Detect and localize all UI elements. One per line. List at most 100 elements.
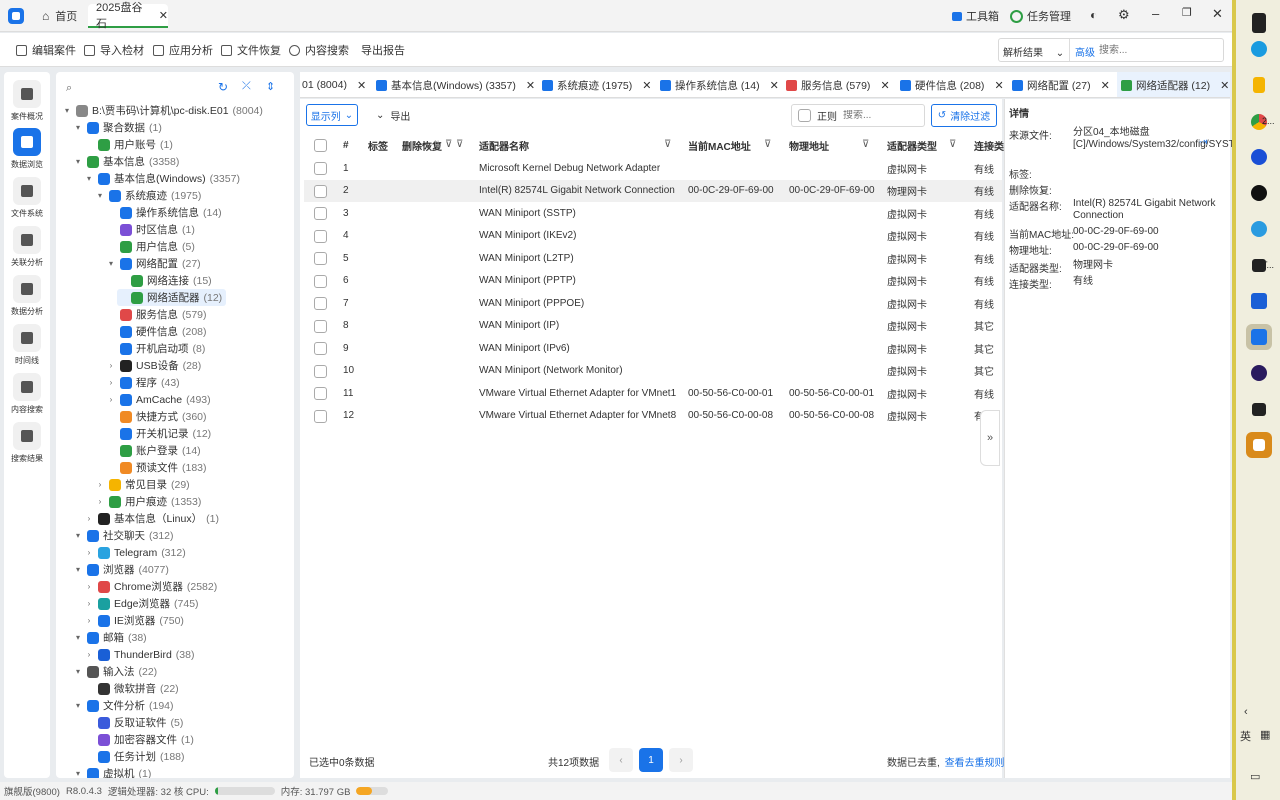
tree-node[interactable]: 预读文件 (183) — [106, 459, 207, 476]
column-header[interactable]: 当前MAC地址 — [688, 134, 751, 156]
table-row[interactable]: 8 WAN Miniport (IP) 虚拟网卡 其它 — [304, 315, 1002, 338]
home-tab[interactable]: ⌂ 首页 — [34, 5, 85, 27]
table-row[interactable]: 6 WAN Miniport (PPTP) 虚拟网卡 有线 — [304, 270, 1002, 293]
tree-node[interactable]: 开关机记录 (12) — [106, 425, 211, 442]
table-row[interactable]: 1 Microsoft Kernel Debug Network Adapter 虚… — [304, 157, 1002, 180]
column-header[interactable]: # — [343, 134, 349, 156]
view-tab[interactable]: 基本信息(Windows) (3357) ✕ — [372, 72, 539, 97]
row-checkbox[interactable] — [314, 229, 327, 243]
view-tab[interactable]: 服务信息 (579) ✕ — [782, 72, 894, 97]
theme-toggle-icon[interactable]: ◐ — [1090, 8, 1097, 22]
tree-node[interactable]: ▾ 社交聊天 (312) — [73, 527, 174, 544]
table-row[interactable]: 11 VMware Virtual Ethernet Adapter for VM… — [304, 382, 1002, 405]
tree-node[interactable]: 账户登录 (14) — [106, 442, 201, 459]
expand-caret-icon[interactable]: › — [84, 650, 94, 659]
view-tab[interactable]: 硬件信息 (208) ✕ — [896, 72, 1008, 97]
row-checkbox[interactable] — [314, 409, 327, 423]
tree-search-icon[interactable]: ⌕ — [66, 82, 72, 95]
tree-node[interactable]: › IE浏览器 (750) — [84, 612, 184, 629]
next-page-button[interactable]: › — [669, 748, 693, 772]
close-icon[interactable]: ✕ — [1220, 79, 1229, 92]
expand-caret-icon[interactable]: › — [84, 548, 94, 557]
tree-node[interactable]: 反取证软件 (5) — [84, 714, 183, 731]
import-evidence-button[interactable]: 导入检材 — [84, 42, 144, 58]
row-checkbox[interactable] — [314, 274, 327, 288]
rail-item-file-system[interactable]: 文件系统 — [4, 177, 50, 219]
taskbar-app-5[interactable] — [1246, 144, 1272, 170]
rail-item-data-analysis[interactable]: 数据分析 — [4, 275, 50, 317]
close-icon[interactable]: ✕ — [994, 79, 1003, 92]
view-tab[interactable]: 01 (8004) ✕ — [300, 72, 370, 97]
settings-gear-icon[interactable]: ⚙ — [1118, 7, 1130, 23]
notification-icon[interactable]: ▭ — [1250, 770, 1260, 783]
tree-node[interactable]: › 用户痕迹 (1353) — [95, 493, 201, 510]
row-checkbox[interactable] — [314, 184, 327, 198]
tree-node[interactable]: ▾ 邮箱 (38) — [73, 629, 147, 646]
tree-node[interactable]: 服务信息 (579) — [106, 306, 207, 323]
advanced-search-link[interactable]: 高级 — [1075, 44, 1095, 59]
filter-icon[interactable]: ⊽ — [445, 139, 452, 150]
dedup-rules-link[interactable]: 查看去重规则 — [945, 758, 1005, 769]
column-header[interactable]: 标签 — [368, 134, 388, 156]
tree-node[interactable]: 加密容器文件 (1) — [84, 731, 194, 748]
taskbar-edge[interactable] — [1246, 36, 1272, 62]
export-report-button[interactable]: 导出报告 — [361, 42, 405, 58]
sort-icon[interactable]: ⇅ — [433, 139, 441, 150]
collapse-all-icon[interactable]: ⤫ — [242, 80, 251, 93]
tree-node[interactable]: 快捷方式 (360) — [106, 408, 207, 425]
maximize-icon[interactable]: ❐ — [1182, 6, 1192, 19]
tree-node[interactable]: 任务计划 (188) — [84, 748, 185, 765]
taskbar-app-1[interactable] — [1246, 10, 1272, 36]
rail-item-data-browse[interactable]: 数据浏览 — [4, 128, 50, 170]
close-icon[interactable]: ✕ — [880, 79, 889, 92]
toolbox-button[interactable]: 工具箱 — [952, 8, 999, 24]
taskbar-app-13[interactable] — [1246, 432, 1272, 458]
row-checkbox[interactable] — [314, 387, 327, 400]
tree-node[interactable]: 硬件信息 (208) — [106, 323, 207, 340]
table-row[interactable]: 12 VMware Virtual Ethernet Adapter for VM… — [304, 405, 1002, 428]
tree-node[interactable]: 微软拼音 (22) — [84, 680, 179, 697]
tree-node[interactable]: 用户账号 (1) — [84, 136, 173, 153]
tree-node[interactable]: 开机启动项 (8) — [106, 340, 205, 357]
task-manager-button[interactable]: 任务管理 — [1010, 8, 1071, 24]
expand-caret-icon[interactable]: › — [106, 378, 116, 387]
row-checkbox[interactable] — [314, 162, 327, 175]
row-checkbox[interactable] — [314, 319, 327, 333]
export-button[interactable]: ⌄ 导出 — [376, 104, 410, 126]
tree-node[interactable]: ▾ 浏览器 (4077) — [73, 561, 169, 578]
tree-node[interactable]: ▾ B:\贾韦码\计算机\pc-disk.E01 (8004) — [62, 102, 263, 119]
tree-node[interactable]: › USB设备 (28) — [106, 357, 201, 374]
column-header[interactable]: 适配器类型 — [887, 134, 937, 156]
tree-node[interactable]: ▾ 文件分析 (194) — [73, 697, 174, 714]
tree-node[interactable]: 时区信息 (1) — [106, 221, 195, 238]
expand-caret-icon[interactable]: ▾ — [106, 259, 116, 268]
taskbar-current-app[interactable] — [1246, 324, 1272, 350]
ime-indicator[interactable]: 英 — [1240, 728, 1251, 744]
expand-caret-icon[interactable]: ▾ — [73, 123, 83, 132]
tree-node[interactable]: › 程序 (43) — [106, 374, 180, 391]
view-tab[interactable]: 网络配置 (27) ✕ — [1008, 72, 1114, 97]
case-tab[interactable]: 2025盘谷石 ✕ — [88, 2, 168, 30]
view-tab[interactable]: 网络适配器 (12) ✕ — [1117, 72, 1230, 97]
row-checkbox[interactable] — [314, 297, 327, 310]
prev-page-button[interactable]: ‹ — [609, 748, 633, 772]
expand-caret-icon[interactable]: › — [84, 582, 94, 591]
filter-icon[interactable]: ⊽ — [949, 139, 956, 150]
taskbar-app-3[interactable] — [1246, 72, 1272, 98]
taskbar-app-6[interactable] — [1246, 180, 1272, 206]
grid-search-input[interactable] — [843, 110, 921, 121]
tree-node[interactable]: › ThunderBird (38) — [84, 646, 194, 663]
tree-node[interactable]: › Chrome浏览器 (2582) — [84, 578, 217, 595]
column-header[interactable]: 适配器名称 — [479, 134, 529, 156]
rail-item-content-search[interactable]: 内容搜索 — [4, 373, 50, 415]
expand-caret-icon[interactable]: › — [95, 480, 105, 489]
rail-item-timeline[interactable]: 时间线 — [4, 324, 50, 366]
table-row[interactable]: 10 WAN Miniport (Network Monitor) 虚拟网卡 其它 — [304, 360, 1002, 383]
tree-node[interactable]: ▾ 虚拟机 (1) — [73, 765, 151, 778]
global-search-input[interactable] — [1099, 41, 1219, 59]
table-row[interactable]: 4 WAN Miniport (IKEv2) 虚拟网卡 有线 — [304, 225, 1002, 248]
taskbar-app-7[interactable] — [1246, 216, 1272, 242]
tree-node[interactable]: › 常见目录 (29) — [95, 476, 190, 493]
tree-node[interactable]: 网络适配器 (12) — [117, 289, 227, 306]
row-checkbox[interactable] — [314, 252, 327, 265]
